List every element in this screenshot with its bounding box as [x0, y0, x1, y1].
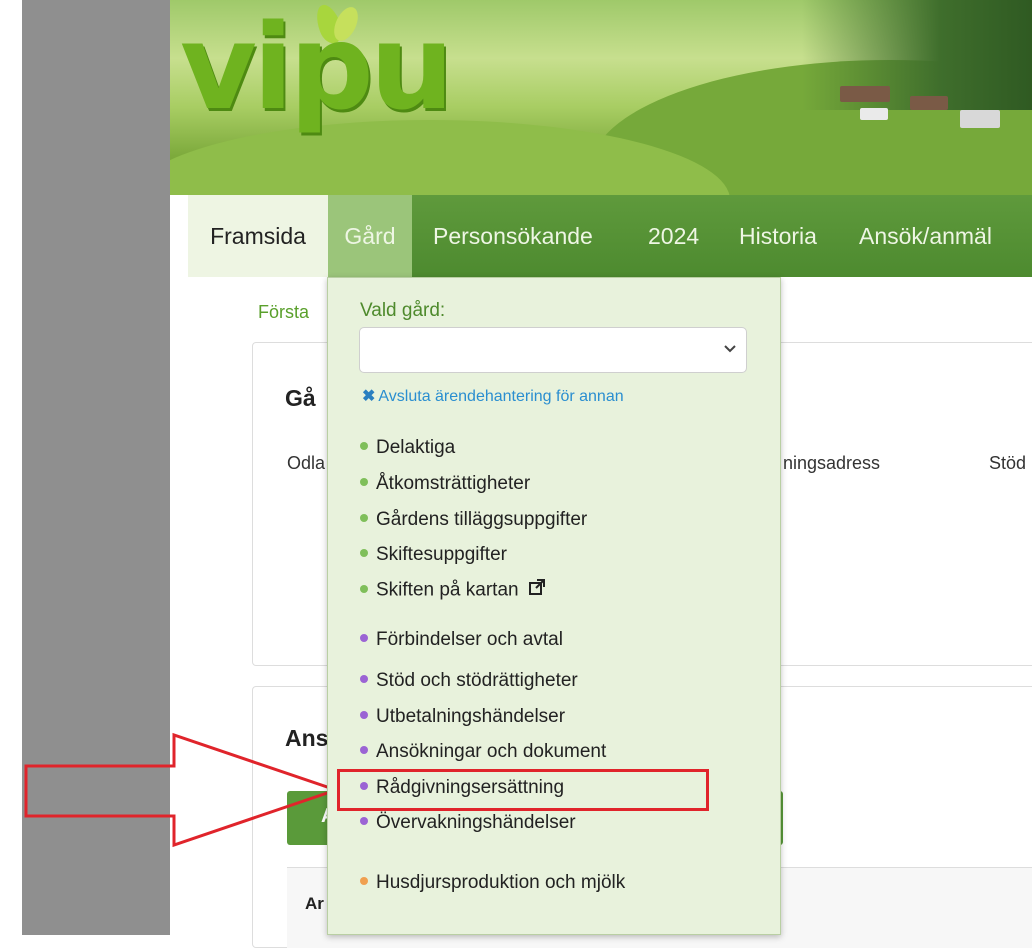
gard-dropdown-menu: Vald gård: ✖ Avsluta ärendehantering för …: [327, 277, 781, 935]
bullet-icon: [360, 477, 368, 486]
farm-col-stod: Stöd: [989, 453, 1027, 473]
menu-item-stod[interactable]: Stöd och stödrättigheter: [360, 669, 578, 693]
farm-select[interactable]: [359, 327, 747, 373]
external-link-icon: [528, 578, 546, 603]
menu-item-tillaggsuppgifter[interactable]: Gårdens tilläggsuppgifter: [360, 508, 587, 532]
farm-col-odla: Odla: [287, 453, 326, 473]
end-case-handling-link[interactable]: ✖ Avsluta ärendehantering för annan: [362, 386, 624, 406]
nav-item-framsida[interactable]: Framsida: [188, 195, 328, 277]
main-navbar: Framsida Gård Personsökande 2024 Histori…: [170, 195, 1032, 277]
farm-panel-title: Gå: [285, 385, 316, 411]
menu-item-skiften-pa-kartan[interactable]: Skiften på kartan: [360, 578, 546, 602]
nav-item-historia[interactable]: Historia: [731, 195, 825, 277]
breadcrumb[interactable]: Förstа: [258, 302, 309, 323]
vipu-logo[interactable]: vipu: [180, 8, 454, 126]
bullet-icon: [360, 674, 368, 683]
nav-item-personsokande[interactable]: Personsökande: [425, 195, 601, 277]
nav-item-ansok[interactable]: Ansök/anmäl: [851, 195, 1000, 277]
bullet-icon: [360, 745, 368, 754]
bullet-icon: [360, 710, 368, 719]
bullet-icon: [360, 584, 368, 593]
highlight-box-annotation: [337, 769, 709, 811]
bullet-icon: [360, 441, 368, 450]
bullet-icon: [360, 513, 368, 522]
red-arrow-annotation: [24, 732, 341, 848]
menu-item-overvakningshandelser[interactable]: Övervakningshändelser: [360, 811, 576, 835]
bullet-icon: [360, 876, 368, 885]
menu-item-utbetalningshandelser[interactable]: Utbetalningshändelser: [360, 705, 565, 729]
menu-item-skiftesuppgifter[interactable]: Skiftesuppgifter: [360, 543, 507, 567]
chevron-down-icon: [724, 340, 736, 358]
menu-item-atkomstrattigheter[interactable]: Åtkomsträttigheter: [360, 472, 530, 496]
farm-col-address: ningsadress: [783, 453, 881, 473]
menu-item-husdjursproduktion[interactable]: Husdjursproduktion och mjölk: [360, 871, 625, 895]
nav-item-gard[interactable]: Gård: [328, 195, 412, 277]
left-margin: [0, 0, 22, 935]
menu-item-delaktiga[interactable]: Delaktiga: [360, 436, 455, 460]
menu-item-ansokningar[interactable]: Ansökningar och dokument: [360, 740, 606, 764]
chosen-farm-label: Vald gård:: [360, 300, 446, 321]
menu-item-forbindelser[interactable]: Förbindelser och avtal: [360, 628, 563, 652]
bullet-icon: [360, 816, 368, 825]
bullet-icon: [360, 633, 368, 642]
nav-item-2024[interactable]: 2024: [640, 195, 707, 277]
close-icon: ✖: [362, 388, 376, 405]
bullet-icon: [360, 548, 368, 557]
